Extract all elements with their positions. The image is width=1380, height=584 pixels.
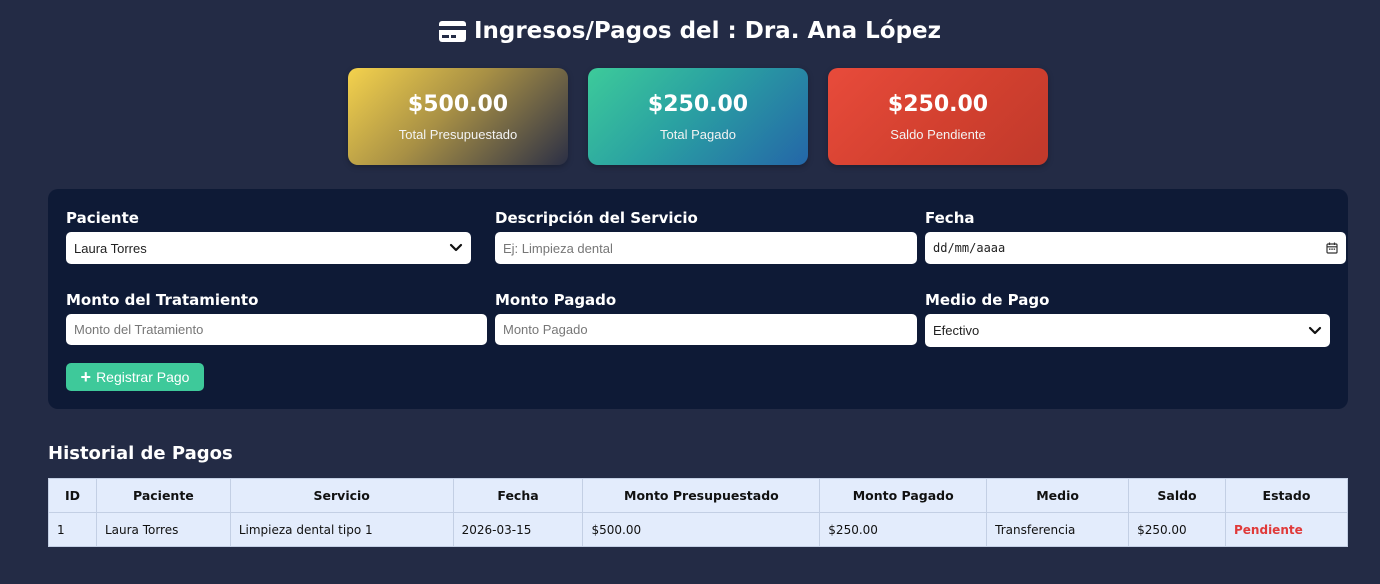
payments-table: ID Paciente Servicio Fecha Monto Presupu… <box>48 478 1348 547</box>
cell-date: 2026-03-15 <box>452 512 584 547</box>
total-paid-label: Total Pagado <box>660 126 736 142</box>
treatment-amount-input[interactable]: Monto del Tratamiento <box>66 314 487 345</box>
payment-form: Paciente Laura Torres Descripción del Se… <box>48 189 1348 409</box>
pending-balance-label: Saldo Pendiente <box>890 126 986 142</box>
cell-service: Limpieza dental tipo 1 <box>229 512 454 547</box>
column-header: ID <box>48 478 97 513</box>
column-header: Estado <box>1225 478 1348 513</box>
date-label: Fecha <box>925 209 975 227</box>
plus-icon: + <box>80 367 92 387</box>
total-paid-card: $250.00 Total Pagado <box>588 68 808 165</box>
pending-balance-card: $250.00 Saldo Pendiente <box>828 68 1048 165</box>
date-input-placeholder: dd/mm/aaaa <box>933 241 1006 255</box>
patient-select[interactable]: Laura Torres <box>66 232 471 264</box>
column-header: Monto Pagado <box>819 478 988 513</box>
column-header: Monto Presupuestado <box>582 478 821 513</box>
column-header: Paciente <box>95 478 231 513</box>
patient-select-value: Laura Torres <box>74 240 147 256</box>
status-badge: Pendiente <box>1225 512 1348 547</box>
paid-amount-input[interactable]: Monto Pagado <box>495 314 917 345</box>
service-input-placeholder: Ej: Limpieza dental <box>503 240 613 256</box>
cell-id: 1 <box>48 512 97 547</box>
register-payment-button[interactable]: + Registrar Pago <box>66 363 204 391</box>
column-header: Medio <box>986 478 1130 513</box>
chevron-down-icon <box>1308 326 1322 334</box>
cell-patient: Laura Torres <box>95 512 231 547</box>
total-budgeted-card: $500.00 Total Presupuestado <box>348 68 568 165</box>
payment-method-select[interactable]: Efectivo <box>925 314 1330 347</box>
page-title: Ingresos/Pagos del : Dra. Ana López <box>0 14 1380 48</box>
column-header: Saldo <box>1128 478 1226 513</box>
date-input[interactable]: dd/mm/aaaa <box>925 232 1346 264</box>
treatment-amount-placeholder: Monto del Tratamiento <box>74 322 204 337</box>
service-input[interactable]: Ej: Limpieza dental <box>495 232 917 264</box>
chevron-down-icon <box>449 243 463 252</box>
payment-method-label: Medio de Pago <box>925 291 1050 309</box>
pending-balance-amount: $250.00 <box>887 91 989 117</box>
paid-amount-placeholder: Monto Pagado <box>503 322 588 337</box>
register-payment-label: Registrar Pago <box>96 369 190 385</box>
treatment-amount-label: Monto del Tratamiento <box>66 291 259 309</box>
total-budgeted-amount: $500.00 <box>407 91 509 117</box>
calendar-icon[interactable] <box>1326 242 1338 254</box>
payment-method-value: Efectivo <box>933 323 980 338</box>
history-title: Historial de Pagos <box>48 443 233 464</box>
paid-amount-label: Monto Pagado <box>495 291 617 309</box>
summary-cards: $500.00 Total Presupuestado $250.00 Tota… <box>348 68 1048 165</box>
cell-paid: $250.00 <box>819 512 988 547</box>
table-row[interactable]: 1 Laura Torres Limpieza dental tipo 1 20… <box>48 512 1348 547</box>
total-paid-amount: $250.00 <box>647 91 749 117</box>
cell-budgeted: $500.00 <box>582 512 821 547</box>
total-budgeted-label: Total Presupuestado <box>398 126 518 142</box>
credit-card-icon <box>438 20 466 42</box>
patient-label: Paciente <box>66 209 139 227</box>
column-header: Servicio <box>229 478 454 513</box>
table-header-row: ID Paciente Servicio Fecha Monto Presupu… <box>48 478 1348 513</box>
cell-balance: $250.00 <box>1128 512 1226 547</box>
cell-method: Transferencia <box>986 512 1130 547</box>
column-header: Fecha <box>452 478 584 513</box>
page-title-text: Ingresos/Pagos del : Dra. Ana López <box>473 18 942 44</box>
service-label: Descripción del Servicio <box>495 209 698 227</box>
